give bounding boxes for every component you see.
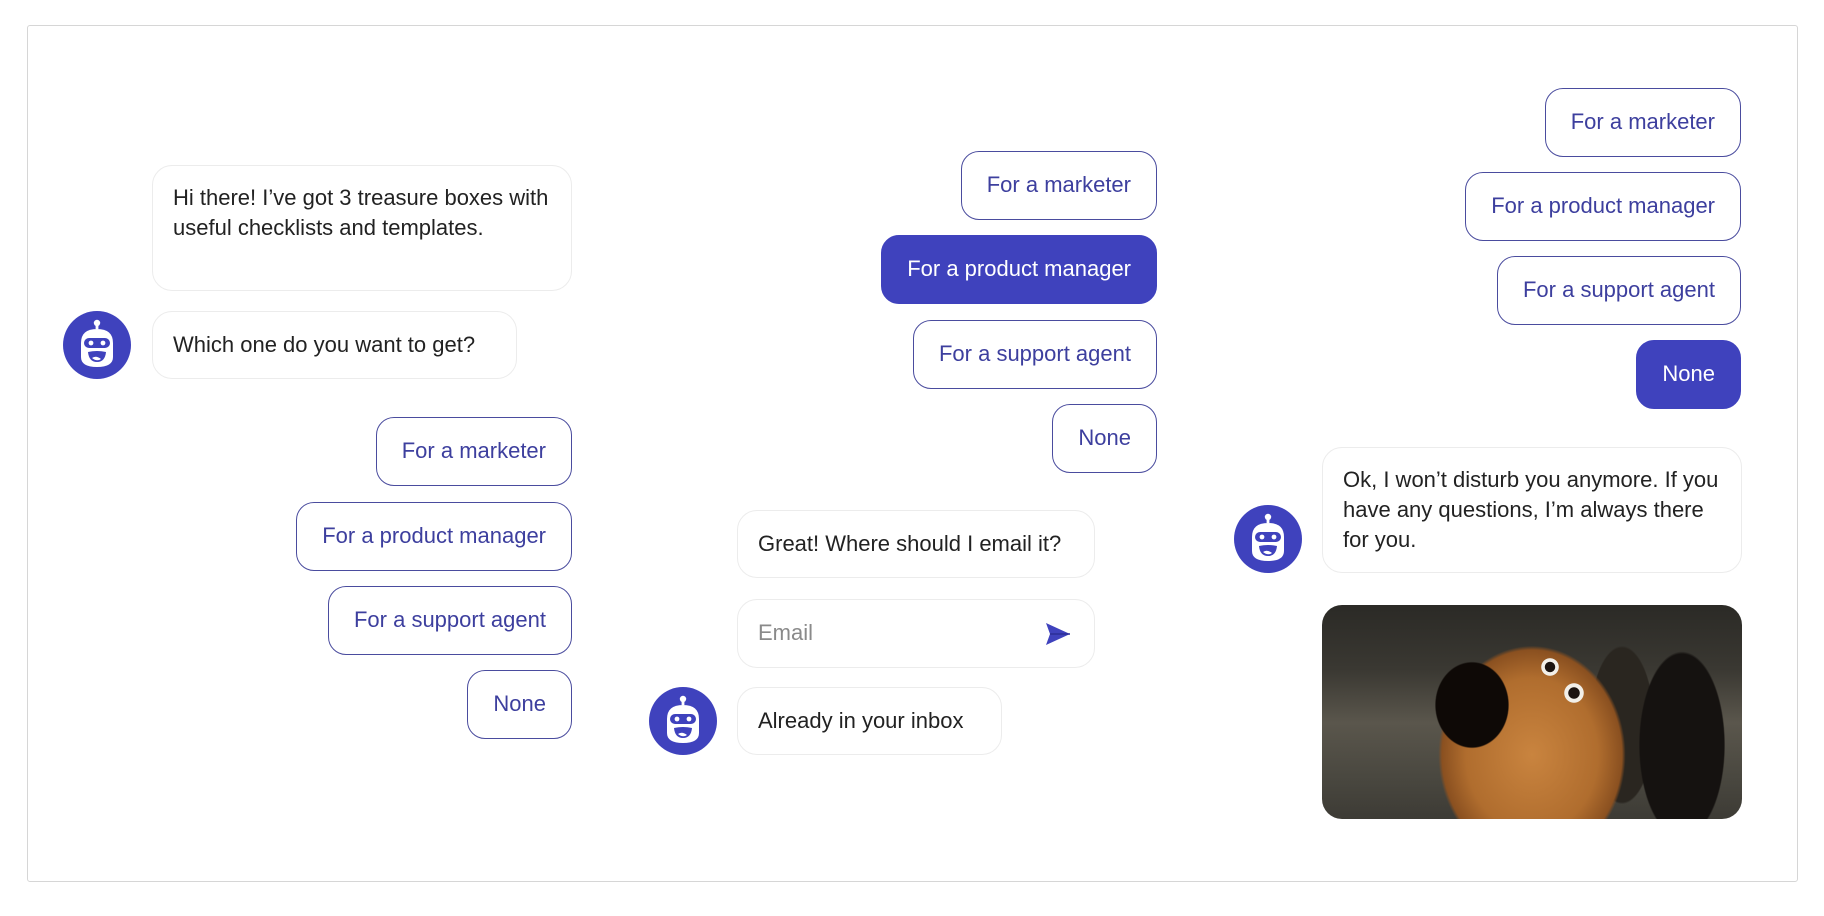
- option-product-manager-selected[interactable]: For a product manager: [881, 235, 1157, 304]
- option-marketer[interactable]: For a marketer: [375, 417, 572, 486]
- option-product-manager[interactable]: For a product manager: [296, 502, 572, 571]
- option-none[interactable]: None: [467, 670, 572, 739]
- email-input[interactable]: [758, 600, 1028, 666]
- option-support-agent[interactable]: For a support agent: [912, 320, 1157, 389]
- dog-gif-image: [1322, 605, 1742, 819]
- robot-avatar-icon: [649, 687, 717, 755]
- send-icon[interactable]: [1044, 620, 1072, 648]
- option-support-agent[interactable]: For a support agent: [327, 586, 572, 655]
- bot-message: Hi there! I’ve got 3 treasure boxes with…: [152, 165, 572, 291]
- bot-message: Already in your inbox: [737, 687, 1002, 755]
- bot-message: Which one do you want to get?: [152, 311, 517, 379]
- option-none[interactable]: None: [1052, 404, 1157, 473]
- email-input-box: [737, 599, 1095, 668]
- option-none-selected[interactable]: None: [1636, 340, 1741, 409]
- bot-message: Great! Where should I email it?: [737, 510, 1095, 578]
- option-support-agent[interactable]: For a support agent: [1496, 256, 1741, 325]
- robot-avatar-icon: [63, 311, 131, 379]
- option-marketer[interactable]: For a marketer: [1544, 88, 1741, 157]
- bot-message: Ok, I won’t disturb you anymore. If you …: [1322, 447, 1742, 573]
- robot-avatar-icon: [1234, 505, 1302, 573]
- option-marketer[interactable]: For a marketer: [960, 151, 1157, 220]
- option-product-manager[interactable]: For a product manager: [1465, 172, 1741, 241]
